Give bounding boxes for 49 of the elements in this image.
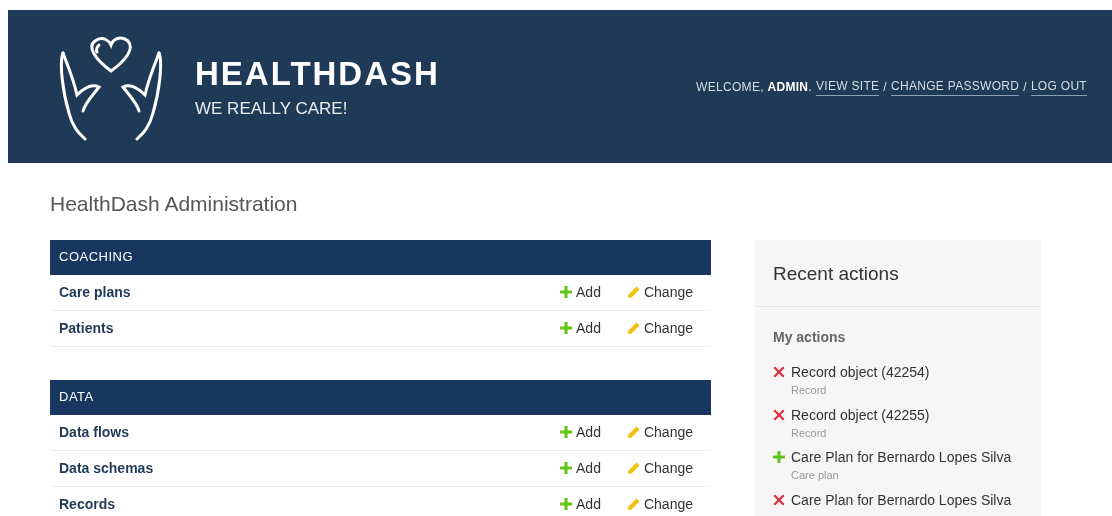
separator: / — [1023, 78, 1027, 96]
change-link[interactable]: Change — [626, 457, 693, 479]
pencil-icon — [626, 425, 640, 439]
page-title: HealthDash Administration — [50, 191, 299, 217]
panel-subtitle: My actions — [772, 328, 847, 347]
action-type: Care plan — [791, 468, 840, 483]
add-link[interactable]: Add — [560, 421, 601, 443]
cross-icon — [773, 366, 785, 378]
change-link[interactable]: Change — [626, 281, 693, 303]
action-link[interactable]: Care Plan for Bernardo Lopes Silva — [791, 489, 1012, 510]
cross-icon — [773, 493, 785, 506]
separator: / — [883, 78, 887, 96]
pencil-icon — [626, 461, 640, 475]
add-link[interactable]: Add — [560, 457, 601, 479]
action-link[interactable]: Record object (42254) — [791, 362, 930, 382]
cross-icon — [773, 408, 785, 421]
change-link[interactable]: Change — [626, 421, 693, 443]
action-type: Record — [791, 425, 828, 441]
tagline: WE REALLY CARE! — [195, 99, 349, 117]
add-link[interactable]: Add — [560, 281, 601, 303]
pencil-icon — [626, 285, 640, 299]
pencil-icon — [626, 321, 640, 335]
add-link[interactable]: Add — [560, 317, 601, 339]
plus-icon — [560, 286, 573, 298]
plus-icon — [560, 462, 573, 474]
action-link[interactable]: Record object (42255) — [791, 404, 930, 425]
header-link[interactable]: LOG OUT — [1030, 77, 1087, 96]
action-type: Record — [791, 383, 828, 398]
module-caption: DATA — [50, 379, 711, 415]
change-link[interactable]: Change — [626, 493, 693, 515]
header-link[interactable]: VIEW SITE — [815, 77, 880, 96]
change-link[interactable]: Change — [626, 317, 693, 339]
plus-icon — [560, 322, 573, 334]
model-link[interactable]: Records — [59, 493, 116, 515]
action-link[interactable]: Care Plan for Bernardo Lopes Silva — [791, 447, 1012, 467]
welcome-text: WELCOME, ADMIN. — [696, 78, 812, 96]
module-caption: COACHING — [50, 239, 711, 275]
model-link[interactable]: Patients — [59, 317, 114, 339]
plus-icon — [560, 498, 573, 510]
pencil-icon — [626, 497, 640, 511]
brand-name: HEALTHDASH — [195, 56, 440, 90]
add-link[interactable]: Add — [560, 493, 601, 515]
model-link[interactable]: Data schemas — [59, 457, 154, 479]
plus-icon — [773, 451, 785, 463]
panel-title: Recent actions — [755, 239, 1041, 307]
plus-icon — [560, 426, 573, 438]
model-link[interactable]: Care plans — [59, 281, 131, 303]
model-link[interactable]: Data flows — [59, 421, 129, 443]
header-link[interactable]: CHANGE PASSWORD — [890, 77, 1020, 96]
